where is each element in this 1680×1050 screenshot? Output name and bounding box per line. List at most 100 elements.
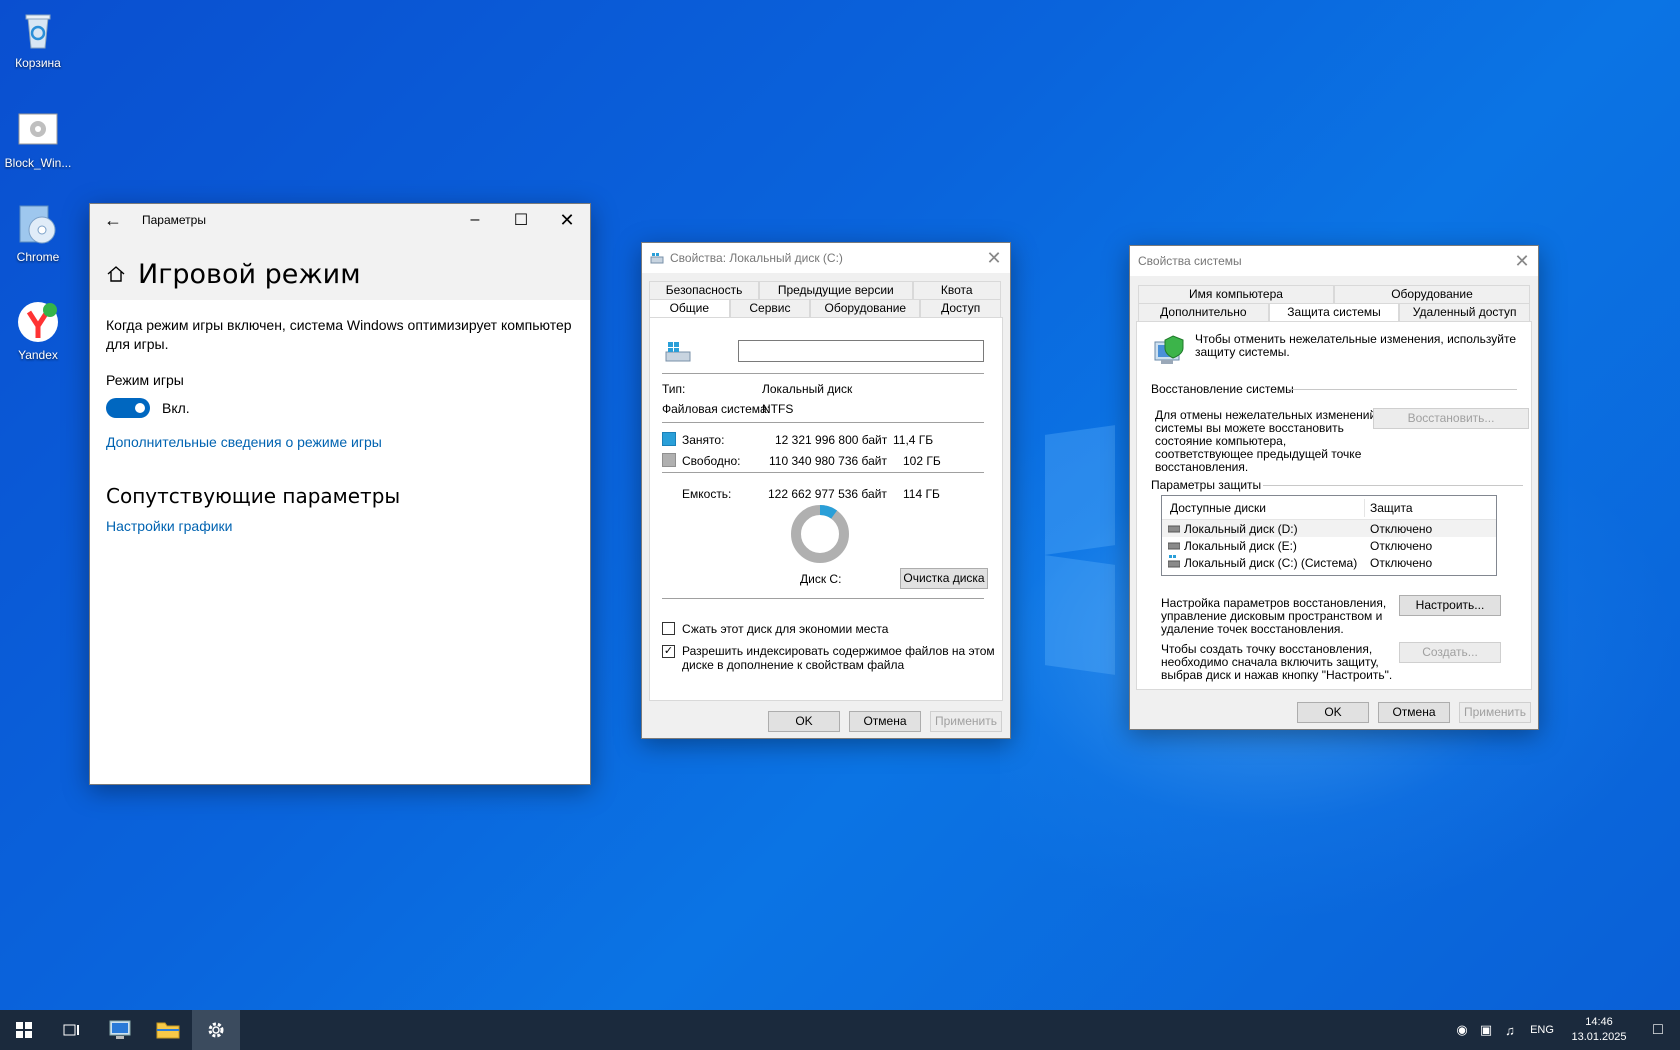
apply-button[interactable]: Применить xyxy=(930,711,1002,732)
start-button[interactable] xyxy=(0,1010,48,1050)
clock[interactable]: 14:46 13.01.2025 xyxy=(1562,1015,1636,1045)
taskbar: ◉ ▣ ♫ ENG 14:46 13.01.2025 □ xyxy=(0,1010,1680,1050)
intro-text-line2: защиту системы. xyxy=(1195,345,1290,359)
close-icon[interactable]: ✕ xyxy=(544,204,590,236)
tab-tools[interactable]: Сервис xyxy=(729,299,811,317)
system-drive-icon xyxy=(1168,555,1180,568)
intro-text-line1: Чтобы отменить нежелательные изменения, … xyxy=(1195,332,1517,346)
network-icon[interactable]: ▣ xyxy=(1474,1010,1498,1050)
configure-button[interactable]: Настроить... xyxy=(1399,595,1501,616)
close-icon[interactable]: ✕ xyxy=(978,244,1010,272)
drive-status: Отключено xyxy=(1370,539,1433,553)
compress-label: Сжать этот диск для экономии места xyxy=(682,622,889,636)
restore-button[interactable]: Восстановить... xyxy=(1373,408,1529,429)
desktop-icon-chrome[interactable]: Chrome xyxy=(4,202,72,264)
more-info-link[interactable]: Дополнительные сведения о режиме игры xyxy=(106,434,574,450)
cancel-button[interactable]: Отмена xyxy=(1378,702,1450,723)
create-text-line3: выбрав диск и нажав кнопку "Настроить". xyxy=(1161,668,1393,682)
create-button[interactable]: Создать... xyxy=(1399,642,1501,663)
group-divider xyxy=(1287,389,1517,390)
cancel-button[interactable]: Отмена xyxy=(849,711,921,732)
disk-letter-label: Диск C: xyxy=(800,572,842,586)
tab-sharing[interactable]: Доступ xyxy=(920,299,1001,317)
taskbar-system-properties[interactable] xyxy=(96,1010,144,1050)
drive-icon xyxy=(1168,542,1180,550)
game-mode-toggle[interactable] xyxy=(106,398,150,418)
column-header-protection[interactable]: Защита xyxy=(1370,501,1413,515)
restore-text-line3: состояние компьютера, xyxy=(1155,434,1287,448)
tab-system-protection[interactable]: Защита системы xyxy=(1268,303,1400,321)
home-icon[interactable] xyxy=(106,264,126,284)
tab-security[interactable]: Безопасность xyxy=(649,281,760,299)
desktop-icon-recycle-bin[interactable]: Корзина xyxy=(4,8,72,70)
restore-text-line4: соответствующее предыдущей точке xyxy=(1155,447,1362,461)
taskbar-settings[interactable] xyxy=(192,1010,240,1050)
taskbar-file-explorer[interactable] xyxy=(144,1010,192,1050)
maximize-icon[interactable]: ☐ xyxy=(498,204,544,236)
apply-button[interactable]: Применить xyxy=(1459,702,1531,723)
tab-quota[interactable]: Квота xyxy=(912,281,1001,299)
disk-properties-dialog: Свойства: Локальный диск (C:) ✕ Безопасн… xyxy=(641,242,1011,739)
create-text-line1: Чтобы создать точку восстановления, xyxy=(1161,642,1373,656)
divider xyxy=(662,373,984,374)
type-value: Локальный диск xyxy=(762,382,853,396)
tab-hardware[interactable]: Оборудование xyxy=(1334,285,1530,303)
ok-button[interactable]: OK xyxy=(1297,702,1369,723)
tab-advanced[interactable]: Дополнительно xyxy=(1138,303,1269,321)
column-header-drives[interactable]: Доступные диски xyxy=(1170,501,1266,515)
close-icon[interactable]: ✕ xyxy=(1506,247,1538,275)
desktop-icon-block-win[interactable]: Block_Win... xyxy=(4,108,72,170)
notifications-icon[interactable]: □ xyxy=(1636,1010,1680,1050)
minimize-icon[interactable]: – xyxy=(452,204,498,236)
settings-window: ← Параметры – ☐ ✕ Игровой режим Когда ре… xyxy=(89,203,591,785)
desktop-icon-label: Chrome xyxy=(16,250,60,264)
drives-list[interactable]: Доступные диски Защита Локальный диск (D… xyxy=(1161,495,1497,576)
webcam-icon[interactable]: ◉ xyxy=(1450,1010,1474,1050)
restore-text-line2: системы вы можете восстановить xyxy=(1155,421,1344,435)
graphics-settings-link[interactable]: Настройки графики xyxy=(106,518,574,534)
folder-icon xyxy=(156,1022,180,1039)
desktop-icon-yandex[interactable]: Yandex xyxy=(4,300,72,362)
donut-used-segment xyxy=(819,505,838,519)
disk-usage-donut xyxy=(791,505,849,563)
system-properties-titlebar: Свойства системы ✕ xyxy=(1130,246,1538,276)
tab-general[interactable]: Общие xyxy=(649,299,730,317)
clock-date: 13.01.2025 xyxy=(1571,1031,1627,1043)
drive-row[interactable]: Локальный диск (E:) Отключено xyxy=(1162,537,1496,554)
language-indicator[interactable]: ENG xyxy=(1522,1010,1562,1050)
drive-status: Отключено xyxy=(1370,556,1433,570)
clock-time: 14:46 xyxy=(1585,1016,1613,1028)
config-text-line2: управление дисковым пространством и xyxy=(1161,609,1383,623)
computer-icon xyxy=(109,1020,131,1039)
settings-titlebar: ← Параметры – ☐ ✕ xyxy=(90,204,590,236)
drive-row[interactable]: Локальный диск (D:) Отключено xyxy=(1162,520,1496,537)
drive-name: Локальный диск (C:) (Система) xyxy=(1184,556,1358,570)
tab-previous-versions[interactable]: Предыдущие версии xyxy=(759,281,913,299)
related-settings-title: Сопутствующие параметры xyxy=(106,484,401,508)
system-properties-title: Свойства системы xyxy=(1138,254,1242,268)
drive-row[interactable]: Локальный диск (C:) (Система) Отключено xyxy=(1162,554,1496,571)
protection-group-label: Параметры защиты xyxy=(1151,478,1262,492)
back-arrow-icon[interactable]: ← xyxy=(90,204,136,236)
index-checkbox[interactable]: ✓ xyxy=(662,645,675,658)
tab-computer-name[interactable]: Имя компьютера xyxy=(1138,285,1334,303)
restore-text-line5: восстановления. xyxy=(1155,460,1249,474)
volume-icon[interactable]: ♫ xyxy=(1498,1010,1522,1050)
desktop-icon-label: Корзина xyxy=(15,56,61,70)
donut-free-ring xyxy=(791,505,849,563)
restore-group-label: Восстановление системы xyxy=(1151,382,1294,396)
volume-name-input[interactable] xyxy=(738,340,984,362)
settings-page-header: Игровой режим xyxy=(90,236,590,300)
compress-checkbox[interactable] xyxy=(662,622,675,635)
ok-button[interactable]: OK xyxy=(768,711,840,732)
task-view-button[interactable] xyxy=(48,1010,96,1050)
tab-remote[interactable]: Удаленный доступ xyxy=(1399,303,1531,321)
tab-hardware[interactable]: Оборудование xyxy=(810,299,921,317)
filesystem-label: Файловая система: xyxy=(662,402,771,416)
column-separator xyxy=(1364,499,1365,517)
desktop-icon-label: Yandex xyxy=(18,348,58,362)
disk-cleanup-button[interactable]: Очистка диска xyxy=(900,568,988,589)
system-properties-dialog: Свойства системы ✕ Имя компьютера Оборуд… xyxy=(1129,245,1539,730)
system-protection-icon xyxy=(1154,335,1184,364)
disk-properties-titlebar: Свойства: Локальный диск (C:) ✕ xyxy=(642,243,1010,273)
